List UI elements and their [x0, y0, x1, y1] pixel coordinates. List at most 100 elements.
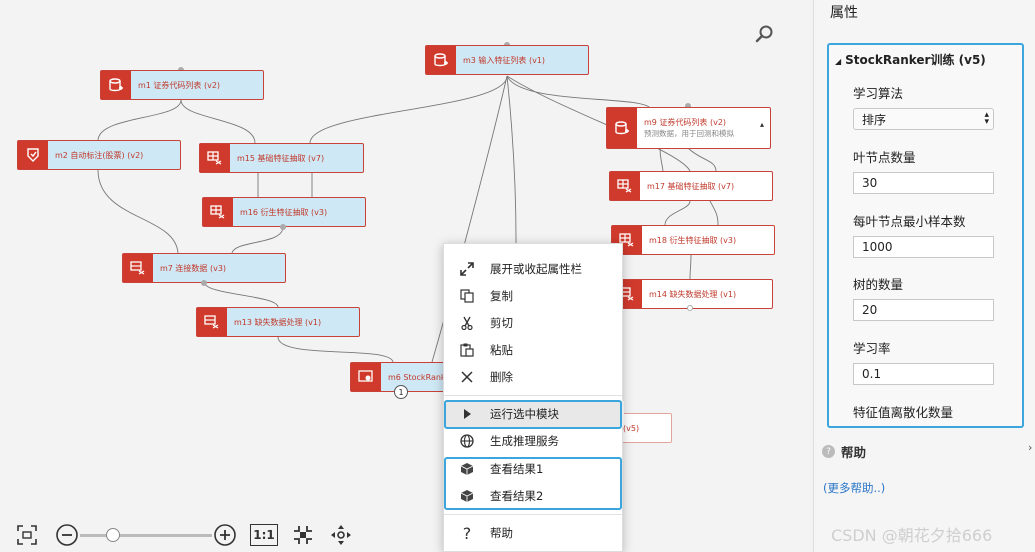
menu-item-toggle-properties[interactable]: 展开或收起属性栏 — [444, 256, 624, 282]
scissors-icon — [444, 316, 490, 330]
output-port-badge[interactable]: 1 — [394, 385, 408, 399]
wire-m1-m15 — [180, 99, 256, 144]
search-icon[interactable] — [755, 24, 775, 44]
slider-track — [80, 534, 212, 537]
node-m15[interactable]: m15 基础特征抽取 (v7) — [199, 143, 364, 173]
panel-title: 属性 — [830, 5, 858, 21]
wire-m17-m18a — [664, 200, 691, 226]
zoom-in-icon[interactable] — [212, 522, 238, 548]
menu-item-copy[interactable]: 复制 — [444, 283, 624, 309]
node-m3[interactable]: m3 输入特征列表 (v1) — [425, 45, 589, 75]
menu-item-delete[interactable]: 删除 — [444, 364, 624, 390]
select-value: 排序 — [862, 112, 887, 127]
leaves-input[interactable]: 30 — [853, 172, 994, 194]
database-icon — [426, 46, 456, 74]
node-label: m17 基础特征抽取 (v7) — [647, 181, 735, 191]
node-label: m15 基础特征抽取 (v7) — [237, 153, 325, 163]
output-port[interactable] — [280, 224, 286, 230]
center-icon[interactable] — [290, 522, 316, 548]
chevron-right-icon[interactable]: › — [1028, 441, 1032, 454]
help-title: 帮助 — [841, 445, 867, 460]
node-label: m14 缺失数据处理 (v1) — [649, 289, 737, 299]
trees-input[interactable]: 20 — [853, 299, 994, 321]
model-icon — [351, 363, 381, 391]
output-port[interactable] — [687, 305, 693, 311]
help-header[interactable]: ? 帮助 — [822, 442, 866, 461]
globe-icon — [444, 434, 490, 448]
menu-item-paste[interactable]: 粘贴 — [444, 337, 624, 363]
close-icon — [444, 370, 490, 384]
highlight-frame — [444, 400, 622, 429]
menu-divider — [444, 395, 622, 396]
question-icon: ? — [462, 523, 472, 543]
node-m13[interactable]: m13 缺失数据处理 (v1) — [196, 307, 360, 337]
wire-m13-m6 — [277, 336, 394, 363]
feature-icon — [200, 144, 230, 172]
database-icon — [607, 108, 637, 148]
wire-m7-m13 — [203, 281, 279, 308]
field-label: 学习率 — [853, 341, 891, 356]
fit-view-icon[interactable] — [14, 522, 40, 548]
more-help-link[interactable]: (更多帮助..) — [823, 480, 885, 496]
node-m18[interactable]: m18 衍生特征抽取 (v3) — [611, 225, 775, 255]
menu-item-label: 剪切 — [490, 316, 513, 330]
watermark: CSDN @朝花夕拾666 — [831, 526, 993, 545]
algorithm-select[interactable]: 排序 ▴ ▾ — [853, 108, 994, 130]
field-label: 学习算法 — [853, 86, 904, 101]
properties-panel: 属性 ◢ StockRanker训练 (v5) 学习算法 排序 ▴ ▾ 叶节点数量 … — [813, 0, 1035, 552]
copy-icon — [444, 289, 490, 303]
node-m2[interactable]: m2 自动标注(股票) (v2) — [17, 140, 181, 170]
output-port[interactable] — [201, 280, 207, 286]
node-m9[interactable]: m9 证券代码列表 (v2) 预测数据，用于回测和模拟 ▴ — [606, 107, 771, 149]
node-m7[interactable]: m7 连接数据 (v3) — [122, 253, 286, 283]
menu-item-label: 删除 — [490, 370, 513, 384]
menu-item-help[interactable]: ? 帮助 — [444, 520, 624, 546]
canvas-toolbar: 1:1 — [14, 520, 354, 550]
menu-item-label: 展开或收起属性栏 — [490, 262, 582, 276]
paste-icon — [444, 343, 490, 357]
node-label: m2 自动标注(股票) (v2) — [55, 150, 144, 160]
node-m17[interactable]: m17 基础特征抽取 (v7) — [609, 171, 773, 201]
actual-size-button[interactable]: 1:1 — [250, 524, 278, 546]
node-label: m3 输入特征列表 (v1) — [463, 55, 546, 65]
collapse-icon[interactable]: ▴ — [760, 120, 764, 129]
node-title: m9 证券代码列表 (v2) — [644, 118, 727, 127]
join-icon — [123, 254, 153, 282]
zoom-out-icon[interactable] — [54, 522, 80, 548]
node-m14[interactable]: m14 缺失数据处理 (v1) — [611, 279, 773, 309]
wire-m18-m14 — [689, 254, 692, 280]
menu-item-label: 粘贴 — [490, 343, 513, 357]
move-icon[interactable] — [328, 522, 354, 548]
context-menu: 展开或收起属性栏 复制 剪切 粘贴 删除 运行选中模块 生成推理服务 查看结果1… — [443, 243, 624, 552]
section-title-text: StockRanker训练 (v5) — [845, 53, 986, 67]
menu-divider — [444, 514, 622, 515]
node-description: 预测数据，用于回测和模拟 — [644, 129, 734, 138]
wire-m2-m7 — [97, 169, 179, 254]
section-title[interactable]: ◢ StockRanker训练 (v5) — [835, 51, 986, 68]
field-label: 叶节点数量 — [853, 150, 916, 165]
node-label: m1 证券代码列表 (v2) — [138, 80, 221, 90]
learning-rate-input[interactable]: 0.1 — [853, 363, 994, 385]
expand-icon — [444, 262, 490, 276]
node-m1[interactable]: m1 证券代码列表 (v2) — [100, 70, 264, 100]
feature-icon — [203, 198, 233, 226]
field-label: 特征值离散化数量 — [853, 405, 954, 420]
node-label: m13 缺失数据处理 (v1) — [234, 317, 322, 327]
slider-knob[interactable] — [106, 528, 120, 542]
menu-item-label: 复制 — [490, 289, 513, 303]
feature-icon — [610, 172, 640, 200]
wire-m1-m2 — [97, 99, 182, 141]
node-m16[interactable]: m16 衍生特征抽取 (v3) — [202, 197, 366, 227]
highlight-frame — [444, 457, 622, 510]
menu-item-cut[interactable]: 剪切 — [444, 310, 624, 336]
workflow-canvas[interactable]: m3 输入特征列表 (v1) m1 证券代码列表 (v2) m2 自动标注(股票… — [0, 0, 813, 552]
zoom-slider[interactable] — [80, 525, 212, 545]
wire-m9-m17b — [687, 147, 717, 172]
menu-item-inference-service[interactable]: 生成推理服务 — [444, 428, 624, 454]
node-label: m9 证券代码列表 (v2) 预测数据，用于回测和模拟 — [637, 117, 734, 139]
min-samples-input[interactable]: 1000 — [853, 236, 994, 258]
menu-item-label: 帮助 — [490, 526, 513, 540]
properties-section: ◢ StockRanker训练 (v5) 学习算法 排序 ▴ ▾ 叶节点数量 30 … — [827, 43, 1024, 428]
tag-icon — [18, 141, 48, 169]
database-icon — [101, 71, 131, 99]
